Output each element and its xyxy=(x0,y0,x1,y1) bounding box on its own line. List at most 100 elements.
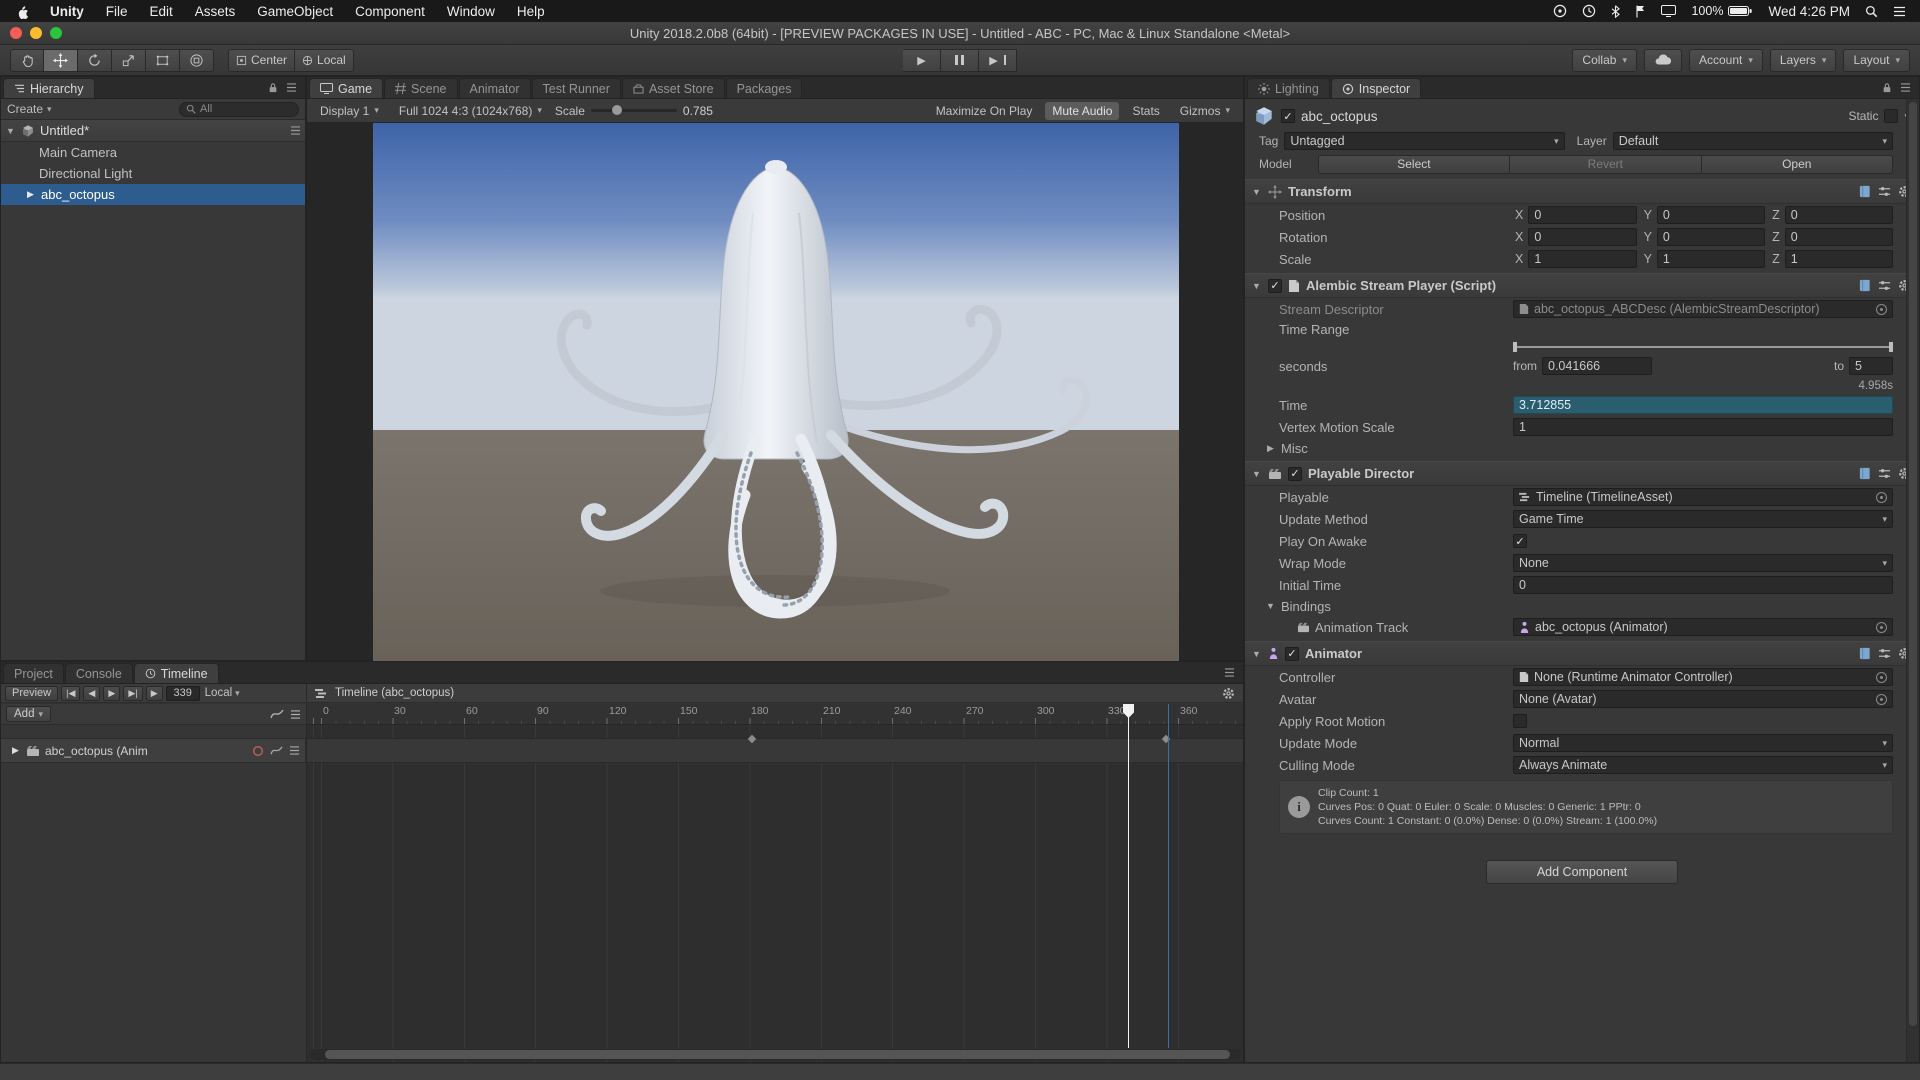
notification-center-icon[interactable] xyxy=(1893,6,1906,17)
curves-view-icon[interactable] xyxy=(270,708,284,720)
previous-frame-button[interactable]: ◀ xyxy=(83,686,100,701)
lock-icon[interactable] xyxy=(1882,82,1892,94)
transform-component-header[interactable]: ▼ Transform xyxy=(1245,179,1919,204)
menu-help[interactable]: Help xyxy=(506,4,556,19)
play-button[interactable]: ▶ xyxy=(903,49,941,72)
rotate-tool-button[interactable] xyxy=(78,49,112,72)
create-button[interactable]: Create ▾ xyxy=(7,102,52,116)
bluetooth-icon[interactable] xyxy=(1611,5,1620,18)
play-on-awake-checkbox[interactable]: ✓ xyxy=(1513,534,1527,548)
from-field[interactable]: 0.041666 xyxy=(1542,357,1652,375)
tag-dropdown[interactable]: Untagged▾ xyxy=(1284,132,1564,150)
help-book-icon[interactable] xyxy=(1859,467,1871,480)
vertex-motion-scale-field[interactable]: 1 xyxy=(1513,418,1893,436)
position-x-field[interactable]: 0 xyxy=(1528,206,1636,224)
scale-slider[interactable] xyxy=(591,109,677,112)
foldout-open-icon[interactable]: ▼ xyxy=(1251,281,1262,291)
foldout-open-icon[interactable]: ▼ xyxy=(1251,469,1262,479)
airplay-display-icon[interactable] xyxy=(1661,5,1676,17)
time-machine-icon[interactable] xyxy=(1582,4,1596,18)
hierarchy-item-main-camera[interactable]: Main Camera xyxy=(1,142,305,163)
presets-icon[interactable] xyxy=(1878,279,1891,292)
pivot-center-button[interactable]: Center xyxy=(228,49,295,72)
layout-dropdown[interactable]: Layout▾ xyxy=(1843,49,1910,72)
static-checkbox[interactable] xyxy=(1884,109,1898,123)
tab-asset-store[interactable]: Asset Store xyxy=(622,78,725,98)
tab-timeline[interactable]: Timeline xyxy=(134,663,219,683)
position-y-field[interactable]: 0 xyxy=(1657,206,1765,224)
animator-enabled-checkbox[interactable]: ✓ xyxy=(1285,647,1299,661)
timeline-play-button[interactable]: ▶ xyxy=(103,686,120,701)
culling-mode-dropdown[interactable]: Always Animate▾ xyxy=(1513,756,1893,774)
add-track-button[interactable]: Add▾ xyxy=(6,706,51,722)
avatar-field[interactable]: None (Avatar) xyxy=(1513,690,1893,708)
scale-tool-button[interactable] xyxy=(112,49,146,72)
step-button[interactable]: ▶ xyxy=(979,49,1017,72)
position-z-field[interactable]: 0 xyxy=(1785,206,1893,224)
layer-dropdown[interactable]: Default▾ xyxy=(1613,132,1893,150)
menu-window[interactable]: Window xyxy=(436,4,506,19)
model-revert-button[interactable]: Revert xyxy=(1510,155,1701,174)
lock-icon[interactable] xyxy=(268,82,278,94)
object-picker-icon[interactable] xyxy=(1876,304,1887,315)
status-circle-icon[interactable] xyxy=(1553,4,1567,18)
time-field[interactable]: 3.712855 xyxy=(1513,396,1893,414)
timeline-lane[interactable]: 0 30 60 90 120 150 180 210 240 270 300 3… xyxy=(307,704,1243,1062)
add-component-button[interactable]: Add Component xyxy=(1486,860,1678,884)
track-foldout-icon[interactable]: ▶ xyxy=(10,745,21,756)
scale-z-field[interactable]: 1 xyxy=(1785,250,1893,268)
menu-unity[interactable]: Unity xyxy=(39,4,95,19)
model-select-button[interactable]: Select xyxy=(1318,155,1510,174)
tab-scene[interactable]: Scene xyxy=(384,78,457,98)
hierarchy-search-input[interactable]: All xyxy=(179,102,299,117)
help-book-icon[interactable] xyxy=(1859,185,1871,198)
inspector-scrollbar[interactable] xyxy=(1906,99,1919,1062)
current-frame-field[interactable]: 339 xyxy=(166,686,200,701)
foldout-open-icon[interactable]: ▼ xyxy=(1251,187,1262,197)
alembic-component-header[interactable]: ▼ ✓ Alembic Stream Player (Script) xyxy=(1245,273,1919,298)
help-book-icon[interactable] xyxy=(1859,279,1871,292)
battery-indicator[interactable]: 100% xyxy=(1691,4,1753,18)
scrollbar-thumb[interactable] xyxy=(1909,102,1917,1026)
record-icon[interactable] xyxy=(252,745,264,757)
foldout-open-icon[interactable]: ▼ xyxy=(1265,601,1276,611)
ref-mode-dropdown[interactable]: Local▾ xyxy=(205,687,240,699)
space-local-button[interactable]: Local xyxy=(295,49,354,72)
collab-dropdown[interactable]: Collab▾ xyxy=(1572,49,1637,72)
menu-assets[interactable]: Assets xyxy=(184,4,247,19)
account-dropdown[interactable]: Account▾ xyxy=(1689,49,1763,72)
goto-start-button[interactable]: |◀ xyxy=(61,686,80,701)
animation-track-binding-field[interactable]: abc_octopus (Animator) xyxy=(1513,618,1893,636)
object-picker-icon[interactable] xyxy=(1876,492,1887,503)
tab-lighting[interactable]: Lighting xyxy=(1247,78,1330,98)
input-source-flag-icon[interactable] xyxy=(1635,5,1646,18)
mute-audio-button[interactable]: Mute Audio xyxy=(1045,102,1119,120)
hierarchy-item-directional-light[interactable]: Directional Light xyxy=(1,163,305,184)
to-field[interactable]: 5 xyxy=(1849,357,1893,375)
tab-project[interactable]: Project xyxy=(3,663,64,683)
track-abc-octopus[interactable]: ▶ abc_octopus (Anim xyxy=(1,738,306,763)
menu-file[interactable]: File xyxy=(95,4,139,19)
gameobject-name-field[interactable]: abc_octopus xyxy=(1301,109,1842,124)
model-open-button[interactable]: Open xyxy=(1702,155,1893,174)
presets-icon[interactable] xyxy=(1878,467,1891,480)
aspect-dropdown[interactable]: Full 1024 4:3 (1024x768)▾ xyxy=(392,102,549,120)
hand-tool-button[interactable] xyxy=(10,49,44,72)
wrap-mode-dropdown[interactable]: None▾ xyxy=(1513,554,1893,572)
foldout-closed-icon[interactable]: ▶ xyxy=(25,189,36,200)
controller-field[interactable]: None (Runtime Animator Controller) xyxy=(1513,668,1893,686)
rotation-y-field[interactable]: 0 xyxy=(1657,228,1765,246)
tab-animator[interactable]: Animator xyxy=(459,78,531,98)
scrollbar-thumb[interactable] xyxy=(325,1050,1230,1059)
scale-slider-thumb[interactable] xyxy=(612,105,622,115)
help-book-icon[interactable] xyxy=(1859,647,1871,660)
director-enabled-checkbox[interactable]: ✓ xyxy=(1288,467,1302,481)
menu-edit[interactable]: Edit xyxy=(139,4,184,19)
playhead[interactable] xyxy=(1128,704,1129,1048)
tab-console[interactable]: Console xyxy=(65,663,133,683)
panel-menu-icon[interactable] xyxy=(1900,83,1911,92)
time-range-slider[interactable] xyxy=(1513,340,1893,354)
close-window-button[interactable] xyxy=(10,27,22,39)
initial-time-field[interactable]: 0 xyxy=(1513,576,1893,594)
goto-end-button[interactable]: ▶| xyxy=(123,686,142,701)
